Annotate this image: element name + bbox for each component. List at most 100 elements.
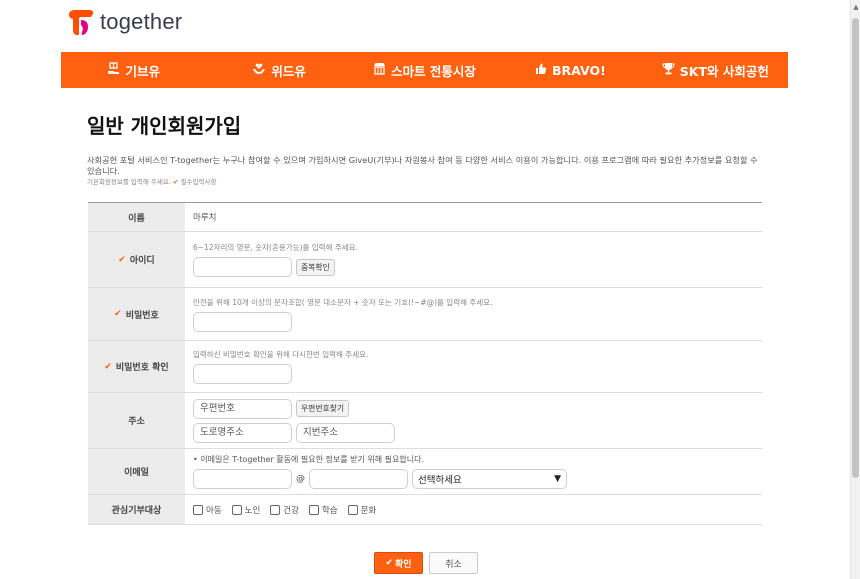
at-sign: @ [296, 474, 305, 484]
checkbox-box[interactable] [347, 504, 358, 515]
nav-item-label: 기브유 [125, 63, 160, 79]
required-check-icon: ✔ [104, 361, 112, 372]
password-confirm-help: 입력하신 비밀번호 확인을 위해 다시한번 입력해 주세요. [193, 350, 369, 359]
nav-item-skt-csr[interactable]: SKT와 사회공헌 [643, 61, 788, 80]
form-row-address: 주소 우편번호찾기 [88, 393, 762, 449]
main-nav: 기브유 위드유 스마트 전통시장 BRAVO! SKT와 사회공헌 [61, 52, 788, 88]
interest-checkbox-children[interactable]: 아동 [193, 504, 222, 516]
checkbox-box[interactable] [308, 504, 319, 515]
interest-checkbox-health[interactable]: 건강 [270, 504, 299, 516]
form-row-password-confirm: ✔ 비밀번호 확인 입력하신 비밀번호 확인을 위해 다시한번 입력해 주세요. [88, 341, 762, 393]
checkbox-label: 문화 [360, 505, 377, 516]
scroll-thumb[interactable] [852, 18, 859, 478]
logo-text: together [100, 9, 183, 34]
password-label: 비밀번호 [125, 310, 159, 321]
email-domain-select[interactable]: 선택하세요 ▼ [412, 469, 567, 489]
checkbox-box[interactable] [193, 504, 203, 515]
required-note-suffix: 필수입력사항 [180, 178, 217, 186]
interests-field-cell: 아동 노인 건강 학습 문화 [185, 495, 762, 524]
address-label-cell: 주소 [88, 393, 185, 448]
user-id-field-cell: 6~12자리의 영문, 숫자(혼용가능)를 입력해 주세요. 중복확인 [185, 232, 762, 287]
road-address-input[interactable] [193, 422, 292, 443]
user-id-input[interactable] [193, 257, 292, 277]
required-check-icon: ✔ [118, 254, 126, 265]
cancel-label: 취소 [445, 559, 462, 570]
scroll-up-icon[interactable]: ▲ [851, 0, 860, 14]
nav-item-giveu[interactable]: 기브유 [61, 61, 206, 80]
chevron-down-icon: ▼ [554, 474, 561, 484]
interest-checkbox-culture[interactable]: 문화 [347, 504, 377, 516]
checkbox-label: 노인 [244, 505, 261, 516]
name-field-cell: 마루치 [185, 203, 762, 231]
t-together-logo[interactable]: together [66, 4, 182, 40]
email-inline: @ 선택하세요 ▼ [193, 469, 754, 489]
signup-form: 이름 마루치 ✔ 아이디 6~12자리의 영문, 숫자(혼용가능)를 입력해 주… [88, 202, 762, 525]
password-field-cell: 안전을 위해 10개 이상의 문자조합( 영문 대소문자 + 숫자 또는 기호(… [185, 288, 762, 340]
checkbox-label: 학습 [321, 505, 338, 516]
interests-label-cell: 관심기부대상 [88, 495, 185, 524]
address-field-cell: 우편번호찾기 [185, 393, 762, 448]
nav-item-bravo[interactable]: BRAVO! [497, 62, 642, 78]
required-note: 기본회원정보를 입력해 주세요. ✔ 필수입력사항 [87, 176, 216, 186]
check-icon: ✔ [173, 178, 179, 186]
checkbox-box[interactable] [231, 504, 242, 515]
vertical-scrollbar[interactable]: ▲ [850, 0, 860, 579]
email-label: 이메일 [124, 468, 149, 478]
trophy-icon [662, 62, 675, 78]
checkbox-label: 건강 [283, 505, 299, 516]
user-id-help: 6~12자리의 영문, 숫자(혼용가능)를 입력해 주세요. [193, 243, 358, 252]
password-confirm-label-cell: ✔ 비밀번호 확인 [88, 341, 185, 392]
logo-mark-icon [66, 7, 96, 37]
market-icon [373, 62, 386, 78]
password-input[interactable] [193, 311, 292, 332]
nav-item-label: BRAVO! [552, 62, 606, 78]
interests-label: 관심기부대상 [111, 506, 162, 516]
form-row-email: 이메일 • 이메일은 T-together 활동에 필요한 정보를 받기 위해 … [88, 449, 762, 495]
email-help: • 이메일은 T-together 활동에 필요한 정보를 받기 위해 필요합니… [193, 455, 425, 464]
cancel-button[interactable]: 취소 [429, 552, 478, 574]
password-confirm-label: 비밀번호 확인 [115, 363, 169, 373]
password-help: 안전을 위해 10개 이상의 문자조합( 영문 대소문자 + 숫자 또는 기호(… [193, 297, 493, 307]
id-duplicate-check-button[interactable]: 중복확인 [296, 258, 335, 276]
email-local-input[interactable] [193, 469, 292, 489]
address-label: 주소 [128, 417, 145, 427]
nav-item-smart-market[interactable]: 스마트 전통시장 [352, 61, 497, 80]
checkbox-box[interactable] [270, 504, 281, 515]
email-domain-input[interactable] [309, 469, 408, 489]
page-title: 일반 개인회원가입 [87, 114, 242, 138]
form-row-user-id: ✔ 아이디 6~12자리의 영문, 숫자(혼용가능)를 입력해 주세요. 중복확… [88, 232, 762, 288]
password-confirm-field-cell: 입력하신 비밀번호 확인을 위해 다시한번 입력해 주세요. [185, 341, 762, 392]
postcode-input[interactable] [193, 398, 292, 419]
nav-item-label: 스마트 전통시장 [391, 63, 476, 79]
form-actions: ✔ 확인 취소 [0, 552, 860, 574]
lot-address-input[interactable] [296, 422, 395, 443]
interest-checkbox-learning[interactable]: 학습 [308, 504, 338, 516]
check-icon: ✔ [385, 558, 393, 568]
thumbs-up-icon [534, 62, 547, 78]
name-value: 마루치 [193, 213, 217, 223]
nav-item-label: 위드유 [271, 63, 306, 79]
name-label: 이름 [128, 213, 145, 224]
email-domain-select-value: 선택하세요 [418, 475, 462, 486]
confirm-label: 확인 [394, 559, 412, 570]
checkbox-label: 아동 [206, 505, 222, 516]
user-id-inline: 중복확인 [193, 257, 754, 277]
nav-item-label: SKT와 사회공헌 [679, 63, 769, 79]
confirm-button[interactable]: ✔ 확인 [374, 552, 423, 574]
postcode-inline: 우편번호찾기 [193, 398, 754, 419]
interest-checkbox-elderly[interactable]: 노인 [231, 504, 261, 516]
password-confirm-input[interactable] [193, 364, 292, 384]
user-id-label: 아이디 [129, 256, 155, 266]
user-id-label-cell: ✔ 아이디 [88, 232, 185, 287]
email-label-cell: 이메일 [88, 449, 185, 494]
form-row-name: 이름 마루치 [88, 203, 762, 232]
address-inline [193, 422, 754, 443]
nav-item-withu[interactable]: 위드유 [206, 61, 351, 80]
email-field-cell: • 이메일은 T-together 활동에 필요한 정보를 받기 위해 필요합니… [185, 449, 762, 494]
interests-checkbox-group: 아동 노인 건강 학습 문화 [193, 504, 754, 516]
postcode-search-button[interactable]: 우편번호찾기 [296, 400, 350, 417]
required-note-prefix: 기본회원정보를 입력해 주세요. [87, 178, 171, 186]
hands-heart-icon [252, 62, 266, 78]
required-check-icon: ✔ [114, 309, 122, 319]
form-row-password: ✔ 비밀번호 안전을 위해 10개 이상의 문자조합( 영문 대소문자 + 숫자… [88, 288, 762, 341]
